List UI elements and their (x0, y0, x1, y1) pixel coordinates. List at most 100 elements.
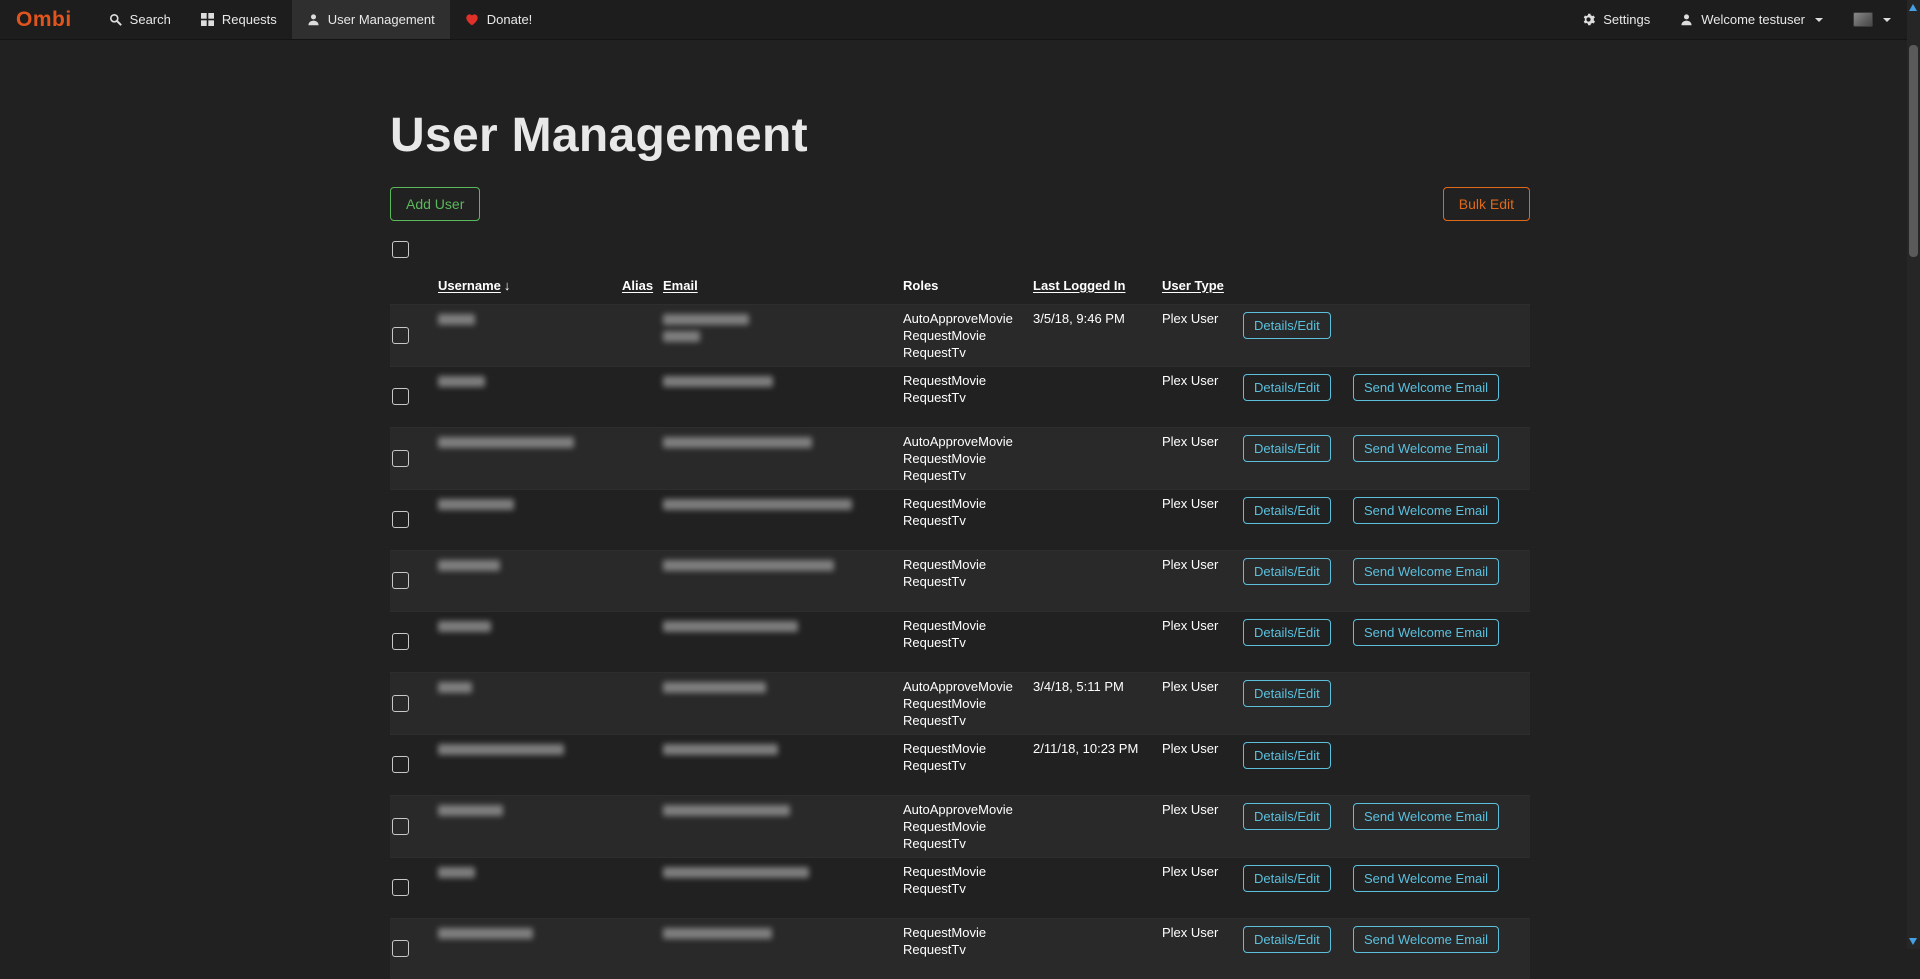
gear-icon (1582, 13, 1595, 26)
details-edit-button[interactable]: Details/Edit (1243, 374, 1331, 401)
column-header-last-logged-in[interactable]: Last Logged In (1033, 278, 1125, 293)
redacted-email (663, 560, 834, 571)
last-logged-in-value: 3/4/18, 5:11 PM (1033, 678, 1152, 695)
role-label: RequestTv (903, 573, 1023, 590)
redacted-email (663, 744, 778, 755)
role-label: RequestMovie (903, 695, 1023, 712)
select-all-checkbox[interactable] (392, 241, 409, 258)
column-header-username[interactable]: Username (438, 278, 501, 293)
details-edit-button[interactable]: Details/Edit (1243, 865, 1331, 892)
redacted-username (438, 805, 503, 816)
row-checkbox[interactable] (392, 511, 409, 528)
navbar: Ombi Search Requests User Management Don… (0, 0, 1920, 40)
scrollbar-thumb[interactable] (1909, 45, 1918, 257)
send-welcome-email-button[interactable]: Send Welcome Email (1353, 803, 1499, 830)
user-icon (1680, 13, 1693, 26)
role-label: AutoApproveMovie (903, 310, 1023, 327)
send-welcome-email-button[interactable]: Send Welcome Email (1353, 497, 1499, 524)
nav-item-user-management[interactable]: User Management (292, 0, 450, 39)
redacted-email (663, 314, 749, 325)
column-header-alias[interactable]: Alias (622, 278, 653, 293)
scroll-down-arrow-icon[interactable] (1909, 938, 1917, 945)
redacted-email (663, 867, 809, 878)
redacted-username (438, 867, 475, 878)
row-checkbox[interactable] (392, 695, 409, 712)
row-checkbox[interactable] (392, 879, 409, 896)
row-checkbox[interactable] (392, 633, 409, 650)
column-header-user-type[interactable]: User Type (1162, 278, 1224, 293)
scroll-up-arrow-icon[interactable] (1909, 4, 1917, 11)
add-user-button[interactable]: Add User (390, 187, 480, 221)
user-table: Username↓AliasEmailRolesLast Logged InUs… (390, 271, 1530, 979)
user-type-value: Plex User (1162, 495, 1233, 512)
redacted-username (438, 621, 491, 632)
row-checkbox[interactable] (392, 327, 409, 344)
send-welcome-email-button[interactable]: Send Welcome Email (1353, 558, 1499, 585)
nav-item-label: Welcome testuser (1701, 12, 1805, 27)
row-checkbox[interactable] (392, 818, 409, 835)
avatar-menu[interactable] (1838, 0, 1906, 39)
redacted-username (438, 376, 485, 387)
details-edit-button[interactable]: Details/Edit (1243, 742, 1331, 769)
details-edit-button[interactable]: Details/Edit (1243, 619, 1331, 646)
details-edit-button[interactable]: Details/Edit (1243, 680, 1331, 707)
table-row: RequestMovieRequestTvPlex UserDetails/Ed… (390, 550, 1530, 611)
redacted-username (438, 437, 574, 448)
table-row: AutoApproveMovieRequestMovieRequestTvPle… (390, 795, 1530, 857)
details-edit-button[interactable]: Details/Edit (1243, 803, 1331, 830)
send-welcome-email-button[interactable]: Send Welcome Email (1353, 374, 1499, 401)
table-row: RequestMovieRequestTvPlex UserDetails/Ed… (390, 611, 1530, 672)
redacted-email (663, 928, 772, 939)
user-type-value: Plex User (1162, 310, 1233, 327)
avatar-icon (1853, 12, 1873, 27)
user-table-body: AutoApproveMovieRequestMovieRequestTv3/5… (390, 304, 1530, 979)
role-label: AutoApproveMovie (903, 678, 1023, 695)
role-label: RequestTv (903, 880, 1023, 897)
caret-down-icon (1883, 18, 1891, 22)
brand-ombi[interactable]: Ombi (16, 0, 72, 39)
actions-row: Add User Bulk Edit (390, 187, 1530, 221)
details-edit-button[interactable]: Details/Edit (1243, 435, 1331, 462)
role-label: RequestTv (903, 389, 1023, 406)
user-type-value: Plex User (1162, 678, 1233, 695)
select-all-wrap (392, 241, 1530, 261)
redacted-email (663, 499, 852, 510)
user-menu[interactable]: Welcome testuser (1665, 0, 1838, 39)
redacted-email (663, 376, 773, 387)
nav-item-label: Requests (222, 12, 277, 27)
row-checkbox[interactable] (392, 388, 409, 405)
row-checkbox[interactable] (392, 572, 409, 589)
user-type-value: Plex User (1162, 801, 1233, 818)
nav-item-settings[interactable]: Settings (1567, 0, 1665, 39)
page-container: User Management Add User Bulk Edit Usern… (390, 40, 1530, 979)
role-label: RequestMovie (903, 924, 1023, 941)
details-edit-button[interactable]: Details/Edit (1243, 497, 1331, 524)
role-label: RequestMovie (903, 863, 1023, 880)
nav-item-search[interactable]: Search (94, 0, 186, 39)
send-welcome-email-button[interactable]: Send Welcome Email (1353, 865, 1499, 892)
scrollbar[interactable] (1907, 0, 1920, 949)
redacted-username (438, 560, 500, 571)
table-header-row: Username↓AliasEmailRolesLast Logged InUs… (390, 271, 1530, 304)
row-checkbox[interactable] (392, 450, 409, 467)
role-label: RequestMovie (903, 556, 1023, 573)
role-label: RequestMovie (903, 495, 1023, 512)
send-welcome-email-button[interactable]: Send Welcome Email (1353, 435, 1499, 462)
row-checkbox[interactable] (392, 756, 409, 773)
details-edit-button[interactable]: Details/Edit (1243, 312, 1331, 339)
role-label: RequestTv (903, 941, 1023, 958)
redacted-email (663, 805, 790, 816)
table-row: RequestMovieRequestTv2/11/18, 10:23 PMPl… (390, 734, 1530, 795)
redacted-email (663, 331, 700, 342)
details-edit-button[interactable]: Details/Edit (1243, 558, 1331, 585)
send-welcome-email-button[interactable]: Send Welcome Email (1353, 619, 1499, 646)
main-content: User Management Add User Bulk Edit Usern… (0, 40, 1920, 979)
role-label: AutoApproveMovie (903, 801, 1023, 818)
nav-item-donate[interactable]: Donate! (450, 0, 548, 39)
redacted-username (438, 928, 533, 939)
column-header-email[interactable]: Email (663, 278, 698, 293)
bulk-edit-button[interactable]: Bulk Edit (1443, 187, 1530, 221)
role-label: RequestMovie (903, 617, 1023, 634)
redacted-email (663, 621, 798, 632)
nav-item-requests[interactable]: Requests (186, 0, 292, 39)
